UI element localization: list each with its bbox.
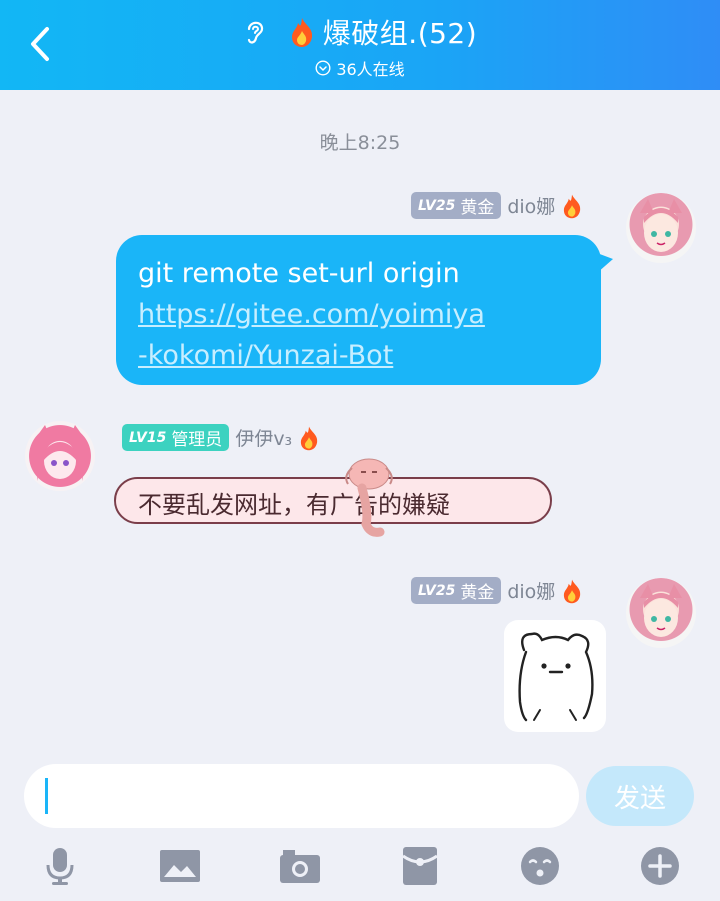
sender-name[interactable]: dio娜 xyxy=(507,577,555,604)
avatar-yiyi[interactable] xyxy=(25,421,95,491)
bubble-mascot-decoration xyxy=(345,458,393,537)
microphone-icon xyxy=(46,848,74,885)
plus-circle-icon xyxy=(641,847,679,885)
input-bar: 发送 xyxy=(0,748,720,901)
image-button[interactable] xyxy=(158,846,202,886)
online-status[interactable]: 36人在线 xyxy=(0,56,720,80)
image-icon xyxy=(160,850,200,882)
level-text: LV25 xyxy=(418,582,456,599)
message-text: 不要乱发网址，有广告的嫌疑 xyxy=(138,491,450,519)
emoji-button[interactable] xyxy=(518,846,562,886)
bear-sticker-image xyxy=(518,632,594,722)
emoji-icon xyxy=(521,847,559,885)
sender-name[interactable]: dio娜 xyxy=(507,192,555,219)
message-bubble-warning[interactable]: 不要乱发网址，有广告的嫌疑 xyxy=(114,477,552,524)
red-packet-button[interactable] xyxy=(398,846,442,886)
camera-icon xyxy=(280,850,320,883)
group-title: 爆破组.(52) xyxy=(322,17,478,50)
red-packet-icon xyxy=(402,847,438,885)
link-line-1: https://gitee.com/yoimiya xyxy=(138,299,485,330)
chevron-down-circle-icon xyxy=(315,60,331,76)
sender-line-3: LV25 黄金 dio娜 xyxy=(411,577,583,604)
message-bubble-link[interactable]: git remote set-url origin https://gitee.… xyxy=(116,235,613,385)
avatar-image xyxy=(640,199,682,252)
admin-badge: LV15 管理员 xyxy=(122,424,230,451)
sender-name[interactable]: 伊伊v₃ xyxy=(235,424,292,451)
text-caret xyxy=(45,778,48,814)
level-badge: LV25 黄金 xyxy=(411,192,502,219)
ear-icon xyxy=(247,21,263,44)
link-line-2: -kokomi/Yunzai-Bot xyxy=(138,340,394,371)
level-text: LV25 xyxy=(418,197,456,214)
message-link[interactable]: https://gitee.com/yoimiya -kokomi/Yunzai… xyxy=(138,294,579,376)
avatar-image xyxy=(640,584,682,637)
online-count: 36人在线 xyxy=(336,60,405,79)
message-timestamp: 晚上8:25 xyxy=(319,132,401,154)
title-text: 黄金 xyxy=(460,198,495,218)
sticker-message[interactable] xyxy=(504,620,606,732)
avatar-image xyxy=(35,425,85,481)
bubble-tail xyxy=(597,253,613,273)
fire-icon xyxy=(301,426,318,450)
sender-line-2: LV15 管理员 伊伊v₃ xyxy=(122,424,320,451)
fire-icon xyxy=(564,579,581,603)
title-text: 管理员 xyxy=(171,430,223,450)
level-text: LV15 xyxy=(129,429,167,446)
chat-header: 爆破组.(52) 36人在线 xyxy=(0,0,720,90)
title-text: 黄金 xyxy=(460,583,495,603)
camera-button[interactable] xyxy=(278,846,322,886)
more-button[interactable] xyxy=(638,846,682,886)
title-row[interactable]: 爆破组.(52) xyxy=(0,12,720,52)
avatar-dio[interactable] xyxy=(626,193,696,263)
fire-icon xyxy=(564,194,581,218)
message-input[interactable] xyxy=(24,764,579,828)
sender-line-1: LV25 黄金 dio娜 xyxy=(411,192,583,219)
message-text: git remote set-url origin xyxy=(138,258,460,289)
level-badge: LV25 黄金 xyxy=(411,577,502,604)
avatar-dio[interactable] xyxy=(626,578,696,648)
send-button[interactable]: 发送 xyxy=(586,766,694,826)
fire-icon xyxy=(291,18,312,47)
voice-button[interactable] xyxy=(38,846,82,886)
